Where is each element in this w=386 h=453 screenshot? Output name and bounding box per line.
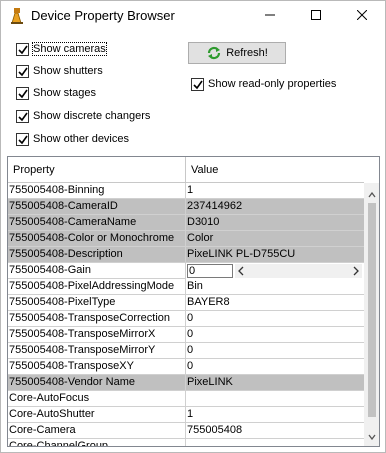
- refresh-button[interactable]: Refresh!: [188, 42, 286, 64]
- property-cell: 755005408-Vendor Name: [8, 375, 186, 391]
- maximize-icon: [311, 9, 321, 23]
- minimize-icon: [265, 9, 275, 23]
- value-cell[interactable]: 0: [186, 343, 364, 359]
- property-table: Property Value 755005408-Binning 1 75500…: [7, 156, 380, 447]
- show-shutters-checkbox[interactable]: Show shutters: [16, 63, 103, 79]
- value-cell[interactable]: Bin: [186, 279, 364, 295]
- property-cell: 755005408-Binning: [8, 183, 186, 199]
- table-row[interactable]: 755005408-TransposeMirrorY 0: [8, 343, 364, 359]
- value-cell: D3010: [187, 216, 220, 228]
- maximize-button[interactable]: [293, 1, 339, 31]
- checkbox-box[interactable]: [16, 132, 29, 146]
- refresh-icon: [206, 46, 222, 60]
- chevron-up-icon[interactable]: [368, 187, 376, 201]
- table-row[interactable]: 755005408-PixelType BAYER8: [8, 295, 364, 311]
- close-button[interactable]: [339, 1, 385, 31]
- value-cell[interactable]: [186, 439, 364, 446]
- property-cell: 755005408-Description: [8, 247, 186, 263]
- checkbox-box[interactable]: [16, 42, 29, 56]
- table-row[interactable]: 755005408-Description PixeLINK PL-D755CU: [8, 247, 364, 263]
- value-cell[interactable]: 0: [186, 311, 364, 327]
- device-property-browser-window: Device Property Browser Show cameras Sho…: [0, 0, 386, 453]
- table-row[interactable]: 755005408-Vendor Name PixeLINK: [8, 375, 364, 391]
- value-cell: PixeLINK PL-D755CU: [187, 248, 296, 260]
- property-cell: 755005408-TransposeXY: [8, 359, 186, 375]
- table-row[interactable]: 755005408-Binning 1: [8, 183, 364, 199]
- gain-slider-editor[interactable]: 0: [186, 263, 364, 279]
- minimize-button[interactable]: [247, 1, 293, 31]
- vertical-scrollbar[interactable]: [364, 183, 379, 446]
- table-row[interactable]: 755005408-TransposeMirrorX 0: [8, 327, 364, 343]
- property-cell: Core-AutoFocus: [8, 391, 186, 407]
- show-discrete-changers-checkbox[interactable]: Show discrete changers: [16, 108, 150, 124]
- value-cell: PixeLINK: [187, 376, 233, 388]
- chevron-left-icon[interactable]: [237, 266, 245, 279]
- table-header: Property Value: [8, 157, 364, 183]
- table-row[interactable]: 755005408-TransposeXY 0: [8, 359, 364, 375]
- value-cell[interactable]: 1: [186, 183, 364, 199]
- table-row[interactable]: 755005408-PixelAddressingMode Bin: [8, 279, 364, 295]
- show-stages-label: Show stages: [33, 87, 96, 99]
- gain-value-field[interactable]: 0: [187, 264, 233, 278]
- table-row[interactable]: Core-Camera 755005408: [8, 423, 364, 439]
- value-cell[interactable]: 755005408: [186, 423, 364, 439]
- property-cell: 755005408-PixelType: [8, 295, 186, 311]
- show-other-devices-label: Show other devices: [33, 133, 129, 145]
- value-cell[interactable]: BAYER8: [186, 295, 364, 311]
- show-readonly-label: Show read-only properties: [208, 78, 337, 90]
- show-cameras-label: Show cameras: [32, 42, 107, 56]
- checkbox-box[interactable]: [191, 77, 204, 91]
- table-row[interactable]: Core-ChannelGroup: [8, 439, 364, 446]
- gain-slider-track[interactable]: [235, 264, 362, 278]
- table-body: 755005408-Binning 1 755005408-CameraID 2…: [8, 183, 364, 446]
- show-cameras-checkbox[interactable]: Show cameras: [16, 41, 107, 57]
- table-row[interactable]: 755005408-CameraID 237414962: [8, 199, 364, 215]
- property-cell: 755005408-TransposeCorrection: [8, 311, 186, 327]
- app-icon: [9, 7, 25, 25]
- column-header-property[interactable]: Property: [8, 157, 186, 183]
- value-cell[interactable]: [186, 391, 364, 407]
- property-cell: 755005408-PixelAddressingMode: [8, 279, 186, 295]
- table-row[interactable]: 755005408-Color or Monochrome Color: [8, 231, 364, 247]
- title-bar[interactable]: Device Property Browser: [1, 1, 385, 31]
- window-title: Device Property Browser: [31, 8, 175, 23]
- table-row[interactable]: Core-AutoFocus: [8, 391, 364, 407]
- value-cell[interactable]: 0: [186, 327, 364, 343]
- property-cell: 755005408-CameraID: [8, 199, 186, 215]
- property-cell: 755005408-CameraName: [8, 215, 186, 231]
- table-row[interactable]: 755005408-Gain 0: [8, 263, 364, 279]
- checkbox-box[interactable]: [16, 109, 29, 123]
- show-readonly-checkbox[interactable]: Show read-only properties: [191, 76, 336, 92]
- table-row[interactable]: Core-AutoShutter 1: [8, 407, 364, 423]
- column-header-value[interactable]: Value: [186, 157, 364, 183]
- close-icon: [356, 9, 368, 23]
- property-cell: 755005408-TransposeMirrorX: [8, 327, 186, 343]
- property-cell: 755005408-Color or Monochrome: [8, 231, 186, 247]
- refresh-label: Refresh!: [226, 47, 268, 59]
- show-stages-checkbox[interactable]: Show stages: [16, 85, 96, 101]
- chevron-right-icon[interactable]: [352, 266, 360, 279]
- table-row[interactable]: 755005408-TransposeCorrection 0: [8, 311, 364, 327]
- value-cell: Color: [187, 232, 214, 244]
- property-cell: 755005408-Gain: [8, 263, 186, 279]
- checkbox-box[interactable]: [16, 64, 29, 78]
- property-cell: Core-ChannelGroup: [8, 439, 186, 446]
- value-cell[interactable]: 1: [186, 407, 364, 423]
- show-other-devices-checkbox[interactable]: Show other devices: [16, 131, 129, 147]
- property-cell: Core-Camera: [8, 423, 186, 439]
- checkbox-box[interactable]: [16, 86, 29, 100]
- value-cell[interactable]: 0: [186, 359, 364, 375]
- show-discrete-changers-label: Show discrete changers: [33, 110, 151, 122]
- scrollbar-thumb[interactable]: [368, 203, 376, 417]
- property-cell: Core-AutoShutter: [8, 407, 186, 423]
- chevron-down-icon[interactable]: [368, 429, 376, 443]
- table-row[interactable]: 755005408-CameraName D3010: [8, 215, 364, 231]
- show-shutters-label: Show shutters: [33, 65, 103, 77]
- value-cell: 237414962: [187, 200, 243, 212]
- property-cell: 755005408-TransposeMirrorY: [8, 343, 186, 359]
